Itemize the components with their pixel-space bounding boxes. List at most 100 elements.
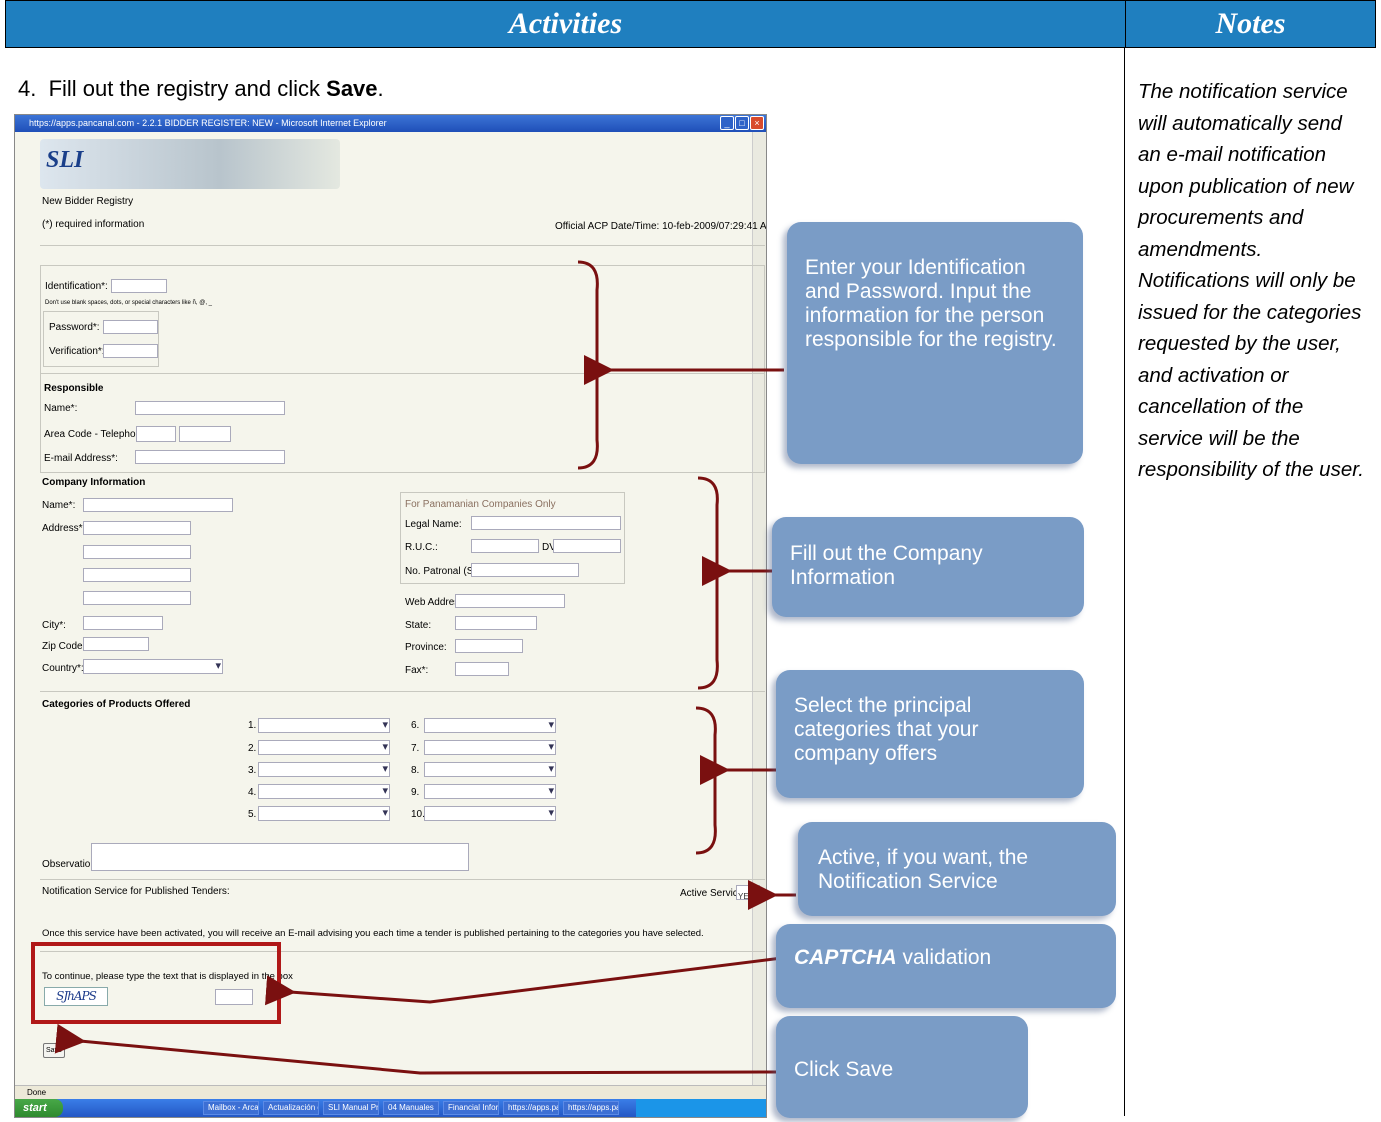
step-text: Fill out the registry and click	[48, 76, 327, 101]
address-label: Address*:	[42, 523, 86, 534]
active-service-value: YES	[738, 892, 755, 901]
taskbar-item[interactable]: https://apps.pa...	[503, 1101, 559, 1115]
category-select-6[interactable]	[424, 718, 556, 733]
address-input-4[interactable]	[83, 591, 191, 605]
legal-name-label: Legal Name:	[405, 519, 462, 530]
fax-input[interactable]	[455, 662, 509, 676]
country-label: Country*:	[42, 663, 84, 674]
site-banner: SLI	[40, 139, 340, 189]
password-label: Password*:	[49, 322, 100, 333]
verification-label: Verification*:	[49, 346, 105, 357]
responsible-email-label: E-mail Address*:	[44, 453, 118, 464]
close-icon[interactable]: ×	[750, 116, 764, 130]
category-select-9[interactable]	[424, 784, 556, 799]
ruc-input[interactable]	[471, 539, 539, 553]
maximize-icon[interactable]: □	[735, 116, 749, 130]
panamanian-title: For Panamanian Companies Only	[405, 499, 556, 510]
country-select[interactable]	[83, 659, 223, 674]
category-select-2[interactable]	[258, 740, 390, 755]
category-select-4[interactable]	[258, 784, 390, 799]
identification-input[interactable]	[111, 279, 167, 293]
captcha-highlight	[31, 942, 281, 1024]
save-button[interactable]: Save	[43, 1043, 65, 1058]
city-label: City*:	[42, 620, 66, 631]
status-bar: Done	[15, 1085, 766, 1099]
column-divider	[1124, 48, 1125, 1116]
category-select-7[interactable]	[424, 740, 556, 755]
category-select-1[interactable]	[258, 718, 390, 733]
category-num-1: 1.	[248, 720, 257, 731]
password-input[interactable]	[103, 320, 158, 334]
email-input[interactable]	[135, 450, 285, 464]
province-label: Province:	[405, 642, 447, 653]
notes-text: The notification service will automatica…	[1138, 80, 1364, 481]
category-num-10: 10.	[411, 809, 425, 820]
dv-input[interactable]	[553, 539, 621, 553]
zip-label: Zip Code:	[42, 641, 86, 652]
taskbar-item[interactable]: Financial Inform...	[443, 1101, 499, 1115]
category-num-9: 9.	[411, 787, 420, 798]
company-name-label: Name*:	[42, 500, 76, 511]
category-num-2: 2.	[248, 743, 257, 754]
sli-logo: SLI	[46, 147, 84, 173]
callout-save: Click Save	[776, 1016, 1028, 1118]
system-tray	[636, 1099, 766, 1117]
required-note: (*) required information	[42, 219, 145, 230]
state-input[interactable]	[455, 616, 537, 630]
address-input-3[interactable]	[83, 568, 191, 582]
taskbar-item[interactable]: Actualización de...	[263, 1101, 319, 1115]
category-num-4: 4.	[248, 787, 257, 798]
taskbar-item[interactable]: SLI Manual Proy...	[323, 1101, 379, 1115]
company-name-input[interactable]	[83, 498, 233, 512]
start-button[interactable]: start	[15, 1099, 63, 1117]
category-num-5: 5.	[248, 809, 257, 820]
address-input-1[interactable]	[83, 521, 191, 535]
notification-info-text: Once this service have been activated, y…	[42, 928, 704, 939]
city-input[interactable]	[83, 616, 163, 630]
minimize-icon[interactable]: _	[720, 116, 734, 130]
telephone-input[interactable]	[179, 426, 231, 442]
responsible-name-input[interactable]	[135, 401, 285, 415]
province-input[interactable]	[455, 639, 523, 653]
browser-title-bar: https://apps.pancanal.com - 2.2.1 BIDDER…	[15, 115, 766, 132]
active-service-select[interactable]: YES	[736, 885, 760, 901]
category-select-5[interactable]	[258, 806, 390, 821]
step-bold: Save	[326, 76, 378, 101]
category-select-8[interactable]	[424, 762, 556, 777]
status-text: Done	[27, 1088, 47, 1097]
taskbar-item[interactable]: 04 Manuales	[383, 1101, 439, 1115]
legal-name-input[interactable]	[471, 516, 621, 530]
category-num-8: 8.	[411, 765, 420, 776]
step-end: .	[377, 76, 384, 101]
callout-captcha-bold: CAPTCHA	[794, 946, 897, 969]
observation-textarea[interactable]	[91, 843, 469, 871]
category-select-10[interactable]	[424, 806, 556, 821]
taskbar-item[interactable]: https://apps.pa...	[563, 1101, 619, 1115]
web-input[interactable]	[455, 594, 565, 608]
address-input-2[interactable]	[83, 545, 191, 559]
patronal-input[interactable]	[471, 563, 579, 577]
activities-header: Activities	[5, 0, 1126, 48]
identification-label: Identification*:	[45, 281, 108, 292]
area-code-input[interactable]	[136, 426, 176, 442]
step-instruction: 4. Fill out the registry and click Save.	[18, 76, 384, 102]
category-num-6: 6.	[411, 720, 420, 731]
company-heading: Company Information	[42, 477, 146, 488]
verification-input[interactable]	[103, 344, 158, 358]
category-num-7: 7.	[411, 743, 420, 754]
callout-notification: Active, if you want, the Notification Se…	[798, 822, 1116, 916]
callout-categories: Select the principal categories that you…	[776, 670, 1084, 798]
taskbar-item[interactable]: Mailbox - Arcadia...	[203, 1101, 259, 1115]
callout-captcha: CAPTCHA validation	[776, 924, 1116, 1008]
taskbar: start Mailbox - Arcadia... Actualización…	[15, 1099, 766, 1117]
notes-header: Notes	[1125, 0, 1376, 48]
responsible-name-label: Name*:	[44, 403, 78, 414]
category-select-3[interactable]	[258, 762, 390, 777]
ruc-label: R.U.C.:	[405, 542, 438, 553]
notification-service-label: Notification Service for Published Tende…	[42, 886, 230, 897]
responsible-heading: Responsible	[44, 383, 104, 394]
identification-hint: Don't use blank spaces, dots, or special…	[45, 300, 212, 306]
zip-input[interactable]	[83, 637, 149, 651]
step-number: 4.	[18, 76, 37, 101]
callout-identification: Enter your Identification and Password. …	[787, 222, 1083, 464]
